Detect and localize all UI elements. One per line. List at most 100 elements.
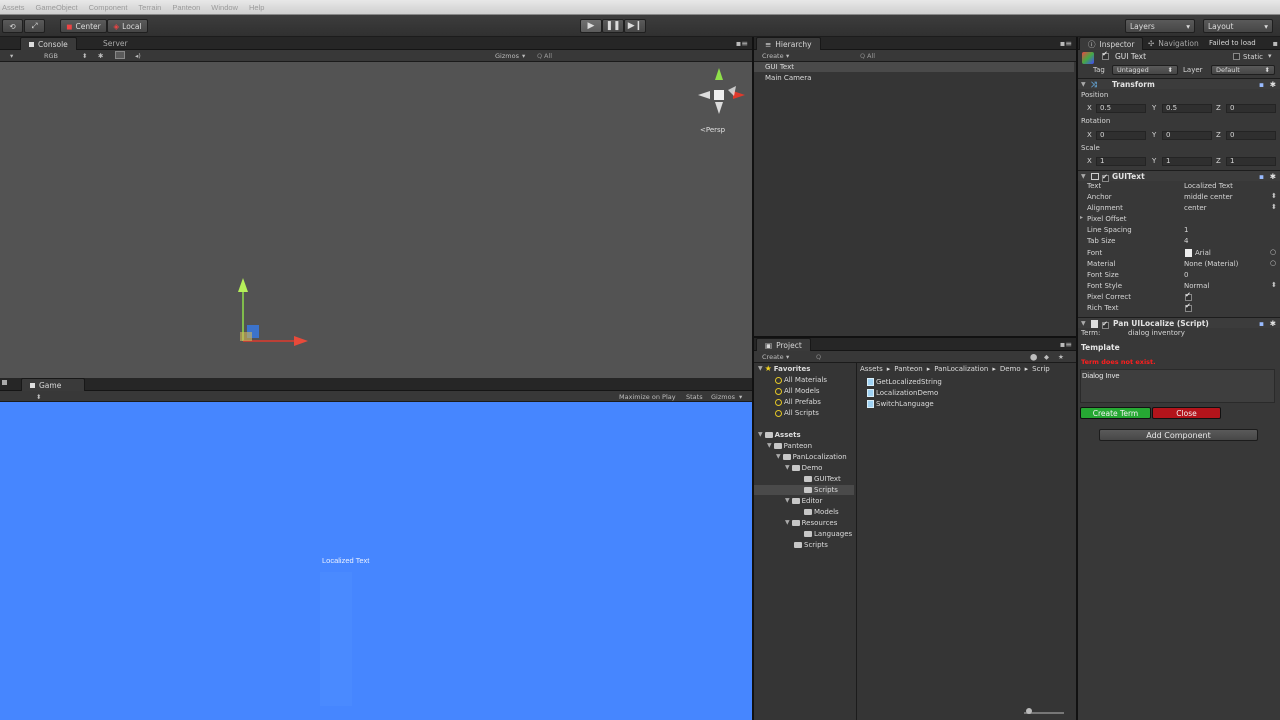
gear-icon[interactable]: ✱ [1270,171,1276,182]
menu-panteon[interactable]: Panteon [172,3,200,12]
fold-arrow-icon[interactable]: ▼ [1081,171,1086,182]
help-icon[interactable]: ▪ [1259,171,1264,182]
effects-toggle-icon[interactable] [115,51,125,59]
menu-window[interactable]: Window [211,3,238,12]
menu-gameobject[interactable]: GameObject [36,3,78,12]
maximize-on-play-toggle[interactable]: Maximize on Play [619,393,676,401]
rich-text-checkbox[interactable] [1185,302,1192,313]
orientation-gizmo-icon[interactable] [696,66,748,118]
panel-menu-icon[interactable]: ▪≡ [736,39,748,48]
tab-hierarchy[interactable]: ≡ Hierarchy [756,37,821,50]
play-button[interactable]: ▶ [580,19,602,33]
tree-folder[interactable]: Languages [804,529,852,539]
fold-arrow-icon[interactable]: ▼ [1081,318,1086,329]
tree-folder[interactable]: ▼ Demo [785,463,822,473]
menu-help[interactable]: Help [249,3,264,12]
tab-console[interactable]: Console [20,37,77,50]
scene-view[interactable]: <Persp [0,62,752,378]
breadcrumb-item[interactable]: Assets [860,364,883,374]
project-create-dropdown[interactable]: Create [762,353,784,361]
font-field[interactable]: Arial [1195,248,1211,258]
game-view[interactable]: Localized Text [0,402,752,720]
localize-header[interactable]: ▼ Pan UILocalize (Script) ▪ ✱ [1078,317,1280,330]
close-button[interactable]: Close [1152,407,1221,419]
tree-folder[interactable]: Models [804,507,839,517]
tab-server[interactable]: Server [95,37,136,50]
stats-toggle[interactable]: Stats [686,393,703,401]
dropdown-arrow-icon[interactable]: ▾ [1268,52,1272,60]
layers-dropdown[interactable]: Layers ▾ [1125,19,1195,33]
create-term-button[interactable]: Create Term [1080,407,1151,419]
tree-folder[interactable]: Scripts [794,540,828,550]
hierarchy-search-input[interactable]: All [867,52,875,60]
tree-folder-selected[interactable]: Scripts [804,485,838,495]
lock-icon[interactable]: ▪ [1273,39,1278,48]
tree-favorite-item[interactable]: All Scripts [775,408,819,418]
move-gizmo-icon[interactable] [232,276,314,352]
tree-favorite-item[interactable]: All Models [775,386,820,396]
pixel-correct-checkbox[interactable] [1185,291,1192,302]
prop-label-pixel-offset[interactable]: Pixel Offset [1087,214,1126,224]
object-picker-icon[interactable]: ○ [1270,259,1276,267]
static-checkbox[interactable] [1233,52,1240,61]
enabled-checkbox[interactable] [1102,172,1109,183]
line-spacing-field[interactable]: 1 [1184,225,1188,235]
tree-folder[interactable]: ▼ PanLocalization [776,452,847,462]
tree-folder[interactable]: ▼ Editor [785,496,822,506]
menu-component[interactable]: Component [89,3,128,12]
add-component-button[interactable]: Add Component [1099,429,1258,441]
menu-terrain[interactable]: Terrain [138,3,161,12]
space-local-button[interactable]: ◈ Local [107,19,148,33]
anchor-dropdown[interactable]: middle center [1184,192,1233,202]
hierarchy-item-main-camera[interactable]: Main Camera [754,73,1074,83]
gear-icon[interactable]: ✱ [1270,79,1276,90]
text-field[interactable]: Localized Text [1184,181,1233,191]
transform-header[interactable]: ▼ ⤨ Transform ▪ ✱ [1078,78,1280,89]
filter-type-icon[interactable]: ⬤ [1030,353,1037,361]
guitext-header[interactable]: ▼ GUIText ▪ ✱ [1078,170,1280,183]
fold-arrow-icon[interactable]: ▼ [1081,79,1086,90]
slider-handle[interactable] [1026,708,1032,714]
tree-folder[interactable]: ▼ Resources [785,518,837,528]
tag-dropdown[interactable]: Untagged ⬍ [1112,65,1178,75]
gizmos-dropdown[interactable]: Gizmos [495,52,519,60]
game-gizmos-dropdown[interactable]: Gizmos [711,393,735,401]
tree-folder[interactable]: ▼ Panteon [767,441,812,451]
hierarchy-create-dropdown[interactable]: Create [762,52,784,60]
panel-menu-icon[interactable]: ▪≡ [1060,39,1072,48]
help-icon[interactable]: ▪ [1259,79,1264,90]
file-item[interactable]: LocalizationDemo [867,388,938,398]
failed-to-load-tab[interactable]: Failed to load [1209,39,1256,47]
panel-menu-icon[interactable]: ▪≡ [1060,340,1072,349]
term-dropdown[interactable]: dialog inventory [1128,329,1185,337]
breadcrumb-item[interactable]: PanLocalization [934,364,988,374]
render-mode-dropdown[interactable]: RGB [44,52,58,60]
menu-assets[interactable]: Assets [2,3,25,12]
tab-inspector[interactable]: ⓘ Inspector [1079,37,1144,50]
font-style-dropdown[interactable]: Normal [1184,281,1209,291]
layout-dropdown[interactable]: Layout ▾ [1203,19,1273,33]
filter-label-icon[interactable]: ◆ [1044,353,1049,361]
scale-tool-button[interactable]: ⤢ [24,19,45,33]
active-checkbox[interactable] [1102,50,1109,61]
template-input[interactable]: Dialog Inve [1080,369,1275,403]
persp-label[interactable]: <Persp [700,126,725,134]
tree-assets[interactable]: ▼ Assets [758,430,801,440]
material-field[interactable]: None (Material) [1184,259,1238,269]
breadcrumb-item[interactable]: Demo [1000,364,1021,374]
audio-toggle-icon[interactable]: ◂) [135,52,141,60]
enabled-checkbox[interactable] [1102,319,1109,330]
alignment-dropdown[interactable]: center [1184,203,1207,213]
project-splitter[interactable] [856,363,857,720]
tree-favorite-item[interactable]: All Materials [775,375,827,385]
breadcrumb-item[interactable]: Panteon [894,364,922,374]
pivot-center-button[interactable]: ◼ Center [60,19,107,33]
light-toggle-icon[interactable]: ✱ [98,52,103,60]
tab-size-field[interactable]: 4 [1184,236,1188,246]
object-name-field[interactable]: GUI Text [1115,52,1146,61]
fold-arrow-icon[interactable]: ▸ [1080,214,1083,221]
tree-favorite-item[interactable]: All Prefabs [775,397,821,407]
step-button[interactable]: ▶❙ [624,19,646,33]
font-size-field[interactable]: 0 [1184,270,1188,280]
tab-game[interactable]: Game [21,378,85,391]
